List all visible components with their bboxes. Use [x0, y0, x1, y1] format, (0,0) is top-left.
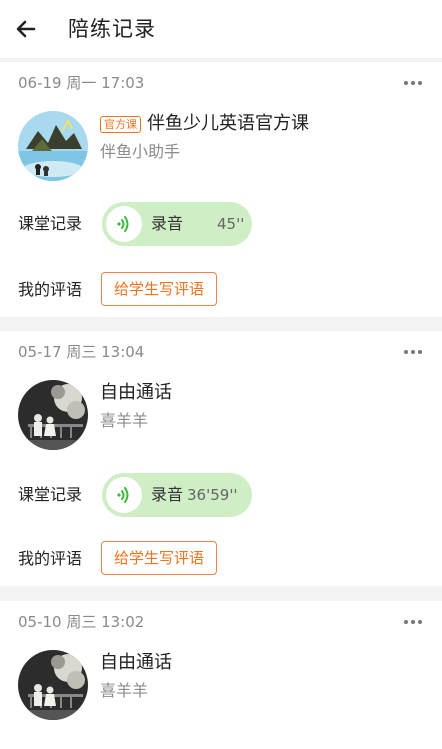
app-header: 陪练记录	[0, 0, 442, 58]
write-comment-button[interactable]: 给学生写评语	[101, 541, 218, 575]
class-record-label: 课堂记录	[18, 485, 83, 504]
sound-wave-icon	[117, 216, 129, 232]
course-name: 自由通话	[100, 652, 172, 673]
record-card: 05-10 周三 13:02 自由通话 喜羊羊	[0, 601, 442, 749]
official-course-badge: 官方课	[100, 115, 141, 133]
avatar[interactable]	[18, 650, 88, 720]
page-title: 陪练记录	[68, 17, 156, 41]
audio-duration: 36'59''	[187, 486, 238, 504]
record-date: 05-17 周三 13:04	[18, 343, 145, 361]
comment-label: 我的评语	[18, 280, 83, 299]
more-icon	[404, 350, 408, 354]
back-button[interactable]	[10, 13, 42, 45]
write-comment-button[interactable]: 给学生写评语	[101, 272, 218, 306]
sound-wave-icon	[117, 487, 129, 503]
record-date: 06-19 周一 17:03	[18, 74, 145, 92]
teacher-name: 伴鱼小助手	[100, 142, 181, 161]
record-date: 05-10 周三 13:02	[18, 613, 145, 631]
course-name: 自由通话	[100, 382, 172, 403]
audio-label: 录音	[151, 214, 184, 233]
more-button[interactable]	[398, 341, 428, 363]
audio-duration: 45''	[217, 215, 245, 233]
teacher-name: 喜羊羊	[100, 681, 149, 700]
course-name: 伴鱼少儿英语官方课	[147, 113, 309, 134]
class-record-label: 课堂记录	[18, 214, 83, 233]
more-button[interactable]	[398, 72, 428, 94]
teacher-name: 喜羊羊	[100, 411, 149, 430]
avatar[interactable]	[18, 380, 88, 450]
audio-recording-button[interactable]: 录音 36'59''	[102, 473, 252, 517]
back-arrow-icon	[16, 20, 36, 38]
more-icon	[404, 620, 408, 624]
more-button[interactable]	[398, 611, 428, 633]
audio-label: 录音	[151, 485, 184, 504]
record-card: 05-17 周三 13:04 自由通话 喜羊羊 课堂记录 录音 36'59'' …	[0, 331, 442, 586]
audio-recording-button[interactable]: 录音 45''	[102, 202, 252, 246]
record-card: 06-19 周一 17:03 官方课 伴鱼少儿英语官方课 伴鱼小助手 课堂记录	[0, 62, 442, 317]
comment-label: 我的评语	[18, 549, 83, 568]
avatar[interactable]	[18, 111, 88, 181]
more-icon	[404, 81, 408, 85]
